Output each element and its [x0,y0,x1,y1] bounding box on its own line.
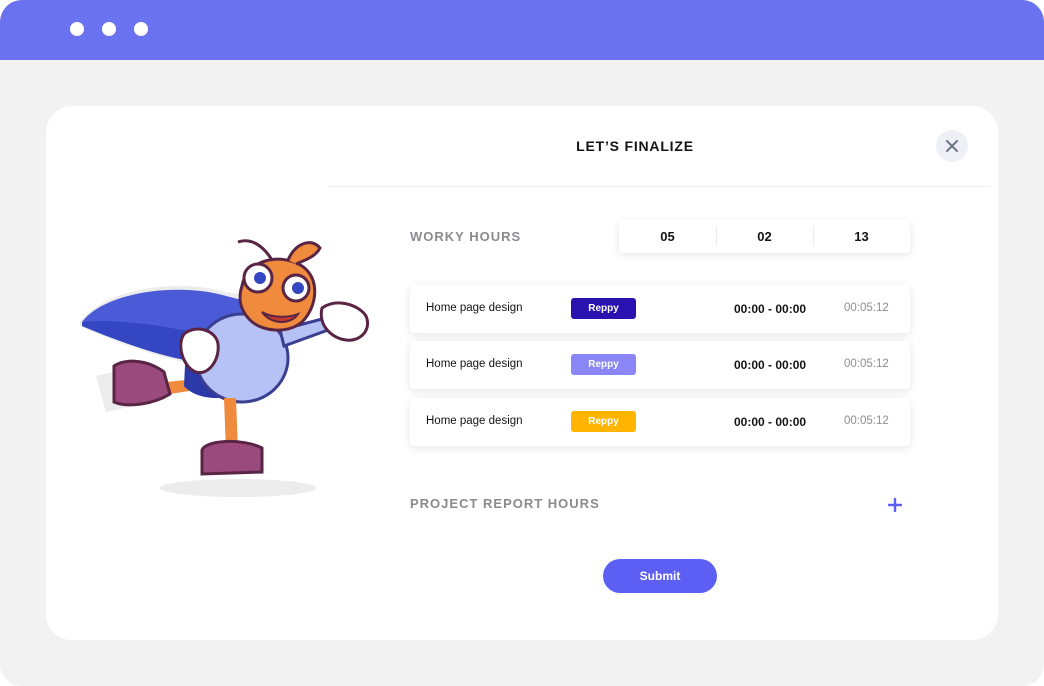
task-time-range: 00:00 - 00:00 [734,415,807,429]
task-duration: 00:05:12 [844,302,889,314]
task-name: Home page design [426,358,523,370]
task-tag: Reppy [571,354,636,375]
task-name: Home page design [426,415,523,427]
task-tag: Reppy [571,411,636,432]
task-duration: 00:05:12 [844,358,889,370]
task-row[interactable]: Home page design Reppy 00:00 - 00:00 00:… [410,285,910,333]
close-icon [946,140,958,152]
task-tag: Reppy [571,298,636,319]
modal-title: LET’S FINALIZE [576,138,694,154]
hours-value: 05 [660,229,675,244]
task-row[interactable]: Home page design Reppy 00:00 - 00:00 00:… [410,398,910,446]
window-titlebar [0,0,1044,60]
task-time-range: 00:00 - 00:00 [734,358,807,372]
task-time-range: 00:00 - 00:00 [734,302,807,316]
finalize-modal: LET’S FINALIZE WORKY HOURS 05 02 13 Home… [46,106,998,640]
task-row[interactable]: Home page design Reppy 00:00 - 00:00 00:… [410,341,910,389]
window-control-dot[interactable] [102,22,116,36]
submit-button[interactable]: Submit [603,559,717,593]
task-name: Home page design [426,302,523,314]
close-button[interactable] [936,130,968,162]
worky-hours-label: WORKY HOURS [410,229,522,244]
project-report-hours-label: PROJECT REPORT HOURS [410,496,600,511]
window-control-dot[interactable] [134,22,148,36]
worky-hours-display: 05 02 13 [619,220,910,253]
app-window: LET’S FINALIZE WORKY HOURS 05 02 13 Home… [0,0,1044,686]
task-duration: 00:05:12 [844,415,889,427]
minutes-value: 02 [716,226,813,246]
plus-icon[interactable] [888,498,902,512]
window-control-dot[interactable] [70,22,84,36]
ant-superhero-mascot-illustration [80,239,369,497]
seconds-value: 13 [813,226,910,246]
header-divider [328,186,990,187]
